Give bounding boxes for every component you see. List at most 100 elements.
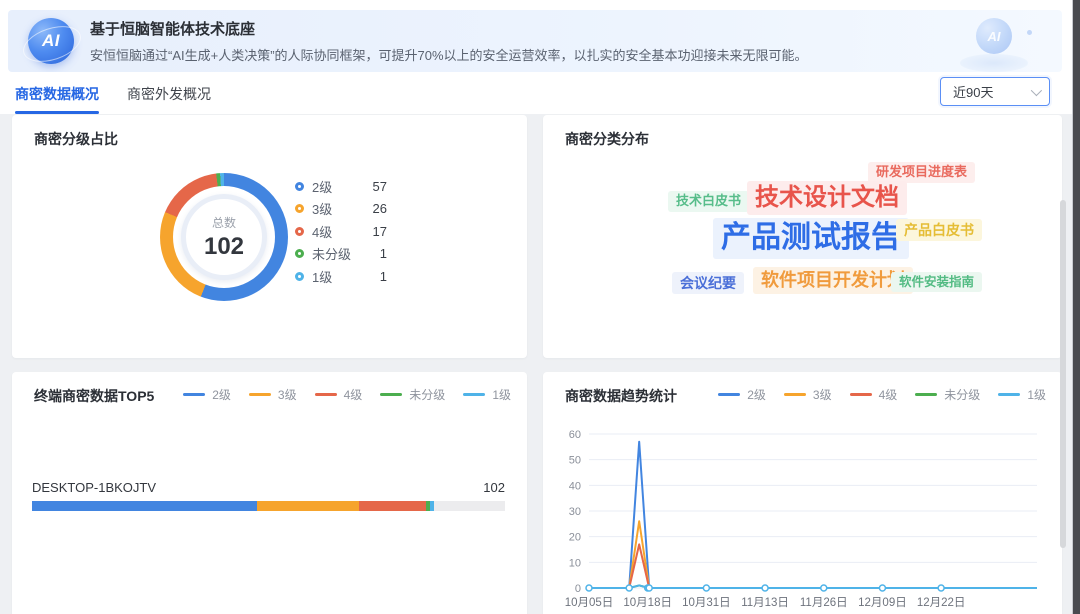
header-title: 基于恒脑智能体技术底座: [90, 18, 808, 39]
panel-secret-category-distribution: 商密分类分布 研发项目进度表技术白皮书技术设计文档产品测试报告产品白皮书会议纪要…: [543, 115, 1062, 358]
bar-meta: DESKTOP-1BKOJTV102: [32, 480, 505, 495]
cloud-word-5: 会议纪要: [672, 272, 744, 294]
chevron-down-icon: [1031, 84, 1042, 95]
donut-center: 总数 102: [181, 194, 267, 280]
svg-text:50: 50: [569, 455, 581, 467]
legend-item-3级[interactable]: 3级: [249, 386, 297, 403]
legend-item-4级[interactable]: 4级: [850, 386, 898, 403]
svg-text:12月09日: 12月09日: [858, 597, 907, 609]
pedestal-icon: [960, 54, 1028, 72]
top5-bar-row: DESKTOP-1BKOJTV102: [32, 480, 505, 511]
ai-brain-logo-icon: AI: [28, 18, 74, 64]
legend-label: 4级: [879, 386, 898, 403]
donut-center-value: 102: [204, 233, 244, 261]
legend-ring-icon: [295, 204, 304, 213]
legend-item-2级[interactable]: 2级 57: [295, 175, 387, 198]
svg-text:10: 10: [569, 557, 581, 569]
legend-item-未分级[interactable]: 未分级: [380, 386, 445, 403]
svg-text:60: 60: [569, 429, 581, 441]
legend-ring-icon: [295, 182, 304, 191]
legend-item-1级[interactable]: 1级: [998, 386, 1046, 403]
legend-label: 2级: [312, 177, 332, 196]
legend-item-3级[interactable]: 3级 26: [295, 198, 387, 221]
svg-text:40: 40: [569, 480, 581, 492]
legend: 2级 3级 4级 未分级 1级: [700, 386, 1046, 403]
svg-text:11月13日: 11月13日: [741, 597, 789, 609]
legend-dash-icon: [784, 393, 806, 396]
svg-text:12月22日: 12月22日: [917, 597, 966, 609]
legend-value: 26: [373, 201, 387, 216]
legend-dash-icon: [998, 393, 1020, 396]
bar-segment-3级: [257, 501, 359, 511]
cloud-word-6: 软件项目开发计划: [753, 267, 913, 294]
ai-robot-illustration: AI: [954, 16, 1034, 72]
legend-label: 3级: [813, 386, 832, 403]
legend-label: 1级: [492, 386, 511, 403]
legend-item-未分级[interactable]: 未分级: [915, 386, 980, 403]
legend-dash-icon: [315, 393, 337, 396]
legend-value: 57: [373, 179, 387, 194]
svg-text:30: 30: [569, 506, 581, 518]
panel-terminal-top5: 终端商密数据TOP5 2级 3级 4级 未分级 1级 DESKTOP-1BKOJTV10…: [12, 372, 527, 614]
panel-grid: 商密分级占比 总数 102 2级573级264级17未分级11级1 商密分类分布…: [0, 114, 1072, 614]
legend-value: 17: [373, 224, 387, 239]
legend-item-2级[interactable]: 2级: [718, 386, 766, 403]
svg-text:10月18日: 10月18日: [623, 597, 672, 609]
legend-label: 3级: [312, 199, 332, 218]
bar-track: [32, 501, 505, 511]
svg-text:11月26日: 11月26日: [800, 597, 848, 609]
cloud-word-7: 软件安装指南: [891, 272, 982, 292]
cloud-word-3: 产品测试报告: [713, 218, 909, 259]
legend-dash-icon: [915, 393, 937, 396]
bar-segment-1级: [430, 501, 434, 511]
ai-logo-text: AI: [42, 31, 60, 51]
legend-item-未分级[interactable]: 未分级 1: [295, 243, 387, 266]
panel-title: 商密数据趋势统计: [565, 386, 677, 406]
bar-segment-2级: [32, 501, 257, 511]
legend-item-3级[interactable]: 3级: [784, 386, 832, 403]
legend-label: 未分级: [944, 386, 980, 403]
svg-text:10月31日: 10月31日: [682, 597, 731, 609]
legend-dash-icon: [850, 393, 872, 396]
word-cloud: 研发项目进度表技术白皮书技术设计文档产品测试报告产品白皮书会议纪要软件项目开发计…: [543, 115, 1062, 358]
bar-label: DESKTOP-1BKOJTV: [32, 480, 156, 495]
panel-secret-level-ratio: 商密分级占比 总数 102 2级573级264级17未分级11级1: [12, 115, 527, 358]
svg-text:10月05日: 10月05日: [565, 597, 614, 609]
panel-title: 商密分级占比: [34, 129, 118, 149]
legend-label: 4级: [344, 386, 363, 403]
legend-item-4级[interactable]: 4级: [315, 386, 363, 403]
tab-1[interactable]: 商密外发概况: [127, 74, 211, 112]
legend-value: 1: [380, 246, 387, 261]
legend-ring-icon: [295, 272, 304, 281]
legend-item-4级[interactable]: 4级 17: [295, 220, 387, 243]
time-range-select[interactable]: 近90天: [940, 77, 1050, 106]
legend-value: 1: [380, 269, 387, 284]
tab-bar: 商密数据概况商密外发概况 近90天: [0, 72, 1072, 114]
legend-label: 未分级: [312, 244, 351, 263]
trend-line-chart: 010203040506010月05日10月18日10月31日11月13日11月…: [557, 422, 1049, 614]
legend-dash-icon: [249, 393, 271, 396]
legend-label: 3级: [278, 386, 297, 403]
donut-center-label: 总数: [212, 214, 236, 231]
tab-0[interactable]: 商密数据概况: [15, 74, 99, 112]
donut-chart: 总数 102: [160, 173, 288, 301]
screen-dark-edge: [1073, 0, 1080, 614]
panel-secret-trend: 商密数据趋势统计 2级3级4级未分级1级 010203040506010月05日…: [543, 372, 1062, 614]
legend-item-1级[interactable]: 1级: [463, 386, 511, 403]
ai-sphere-icon: AI: [976, 18, 1012, 54]
legend-dash-icon: [718, 393, 740, 396]
legend-label: 未分级: [409, 386, 445, 403]
legend: 2级 3级 4级 未分级 1级: [165, 386, 511, 403]
legend-item-1级[interactable]: 1级1: [295, 265, 387, 288]
legend-ring-icon: [295, 227, 304, 236]
legend-item-2级[interactable]: 2级: [183, 386, 231, 403]
vertical-scrollbar-thumb[interactable]: [1060, 200, 1066, 548]
header-subtitle: 安恒恒脑通过“AI生成+人类决策”的人际协同框架，可提升70%以上的安全运营效率…: [90, 45, 808, 64]
legend-label: 2级: [212, 386, 231, 403]
dashboard-main: 商密分级占比 总数 102 2级573级264级17未分级11级1 商密分类分布…: [0, 114, 1072, 614]
legend-label: 4级: [312, 222, 332, 241]
svg-text:20: 20: [569, 532, 581, 544]
header-banner: AI 基于恒脑智能体技术底座 安恒恒脑通过“AI生成+人类决策”的人际协同框架，…: [8, 10, 1062, 72]
legend-ring-icon: [295, 249, 304, 258]
panel-title: 终端商密数据TOP5: [34, 386, 154, 406]
